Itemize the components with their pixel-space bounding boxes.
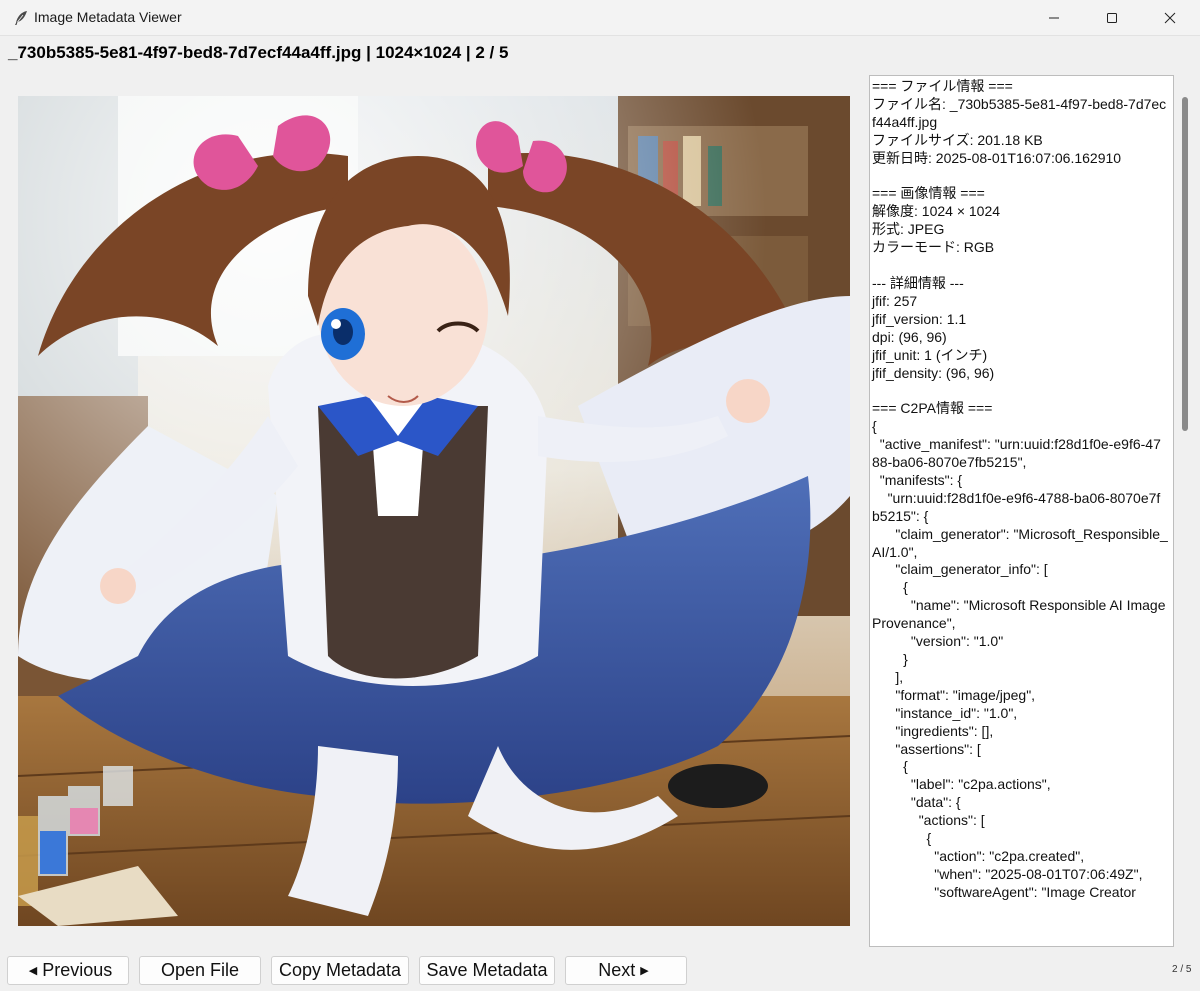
open-file-button[interactable]: Open File [139,956,261,985]
close-icon [1164,12,1176,24]
minimize-icon [1049,17,1059,19]
feather-icon [12,9,30,27]
close-button[interactable] [1142,0,1198,36]
copy-metadata-label: Copy Metadata [278,960,402,980]
minimize-button[interactable] [1026,0,1082,36]
save-metadata-label: Save Metadata [426,960,548,980]
triangle-left-icon: ◀ [28,965,38,977]
image-info-header: _730b5385-5e81-4f97-bed8-7d7ecf44a4ff.jp… [8,43,509,62]
open-file-label: Open File [160,960,240,980]
next-button[interactable]: Next ▶ [565,956,687,985]
maximize-button[interactable] [1084,0,1140,36]
page-counter: 2 / 5 [1172,964,1192,975]
metadata-scrollbar[interactable] [1177,75,1193,947]
copy-metadata-button[interactable]: Copy Metadata [271,956,409,985]
metadata-text-panel[interactable]: === ファイル情報 === ファイル名: _730b5385-5e81-4f9… [869,75,1174,947]
maximize-icon [1107,13,1117,23]
next-label: Next [598,960,636,980]
save-metadata-button[interactable]: Save Metadata [419,956,555,985]
title-bar: Image Metadata Viewer [0,0,1200,36]
metadata-text: === ファイル情報 === ファイル名: _730b5385-5e81-4f9… [872,78,1168,900]
triangle-right-icon: ▶ [640,965,649,977]
image-preview [18,96,850,926]
previous-button[interactable]: ◀ Previous [7,956,129,985]
window-title: Image Metadata Viewer [34,9,182,25]
scrollbar-thumb[interactable] [1182,97,1188,431]
previous-label: Previous [42,960,113,980]
